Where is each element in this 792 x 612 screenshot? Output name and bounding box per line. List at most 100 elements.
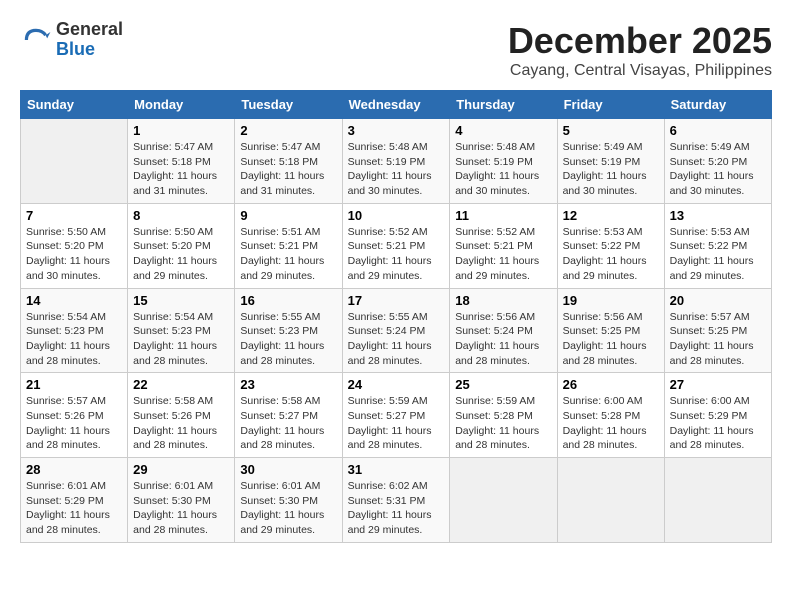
day-number: 14 [26,293,122,308]
calendar-table: SundayMondayTuesdayWednesdayThursdayFrid… [20,90,772,543]
day-info: Sunrise: 5:50 AMSunset: 5:20 PMDaylight:… [133,225,229,284]
day-info: Sunrise: 5:55 AMSunset: 5:24 PMDaylight:… [348,310,445,369]
day-info: Sunrise: 6:00 AMSunset: 5:28 PMDaylight:… [563,394,659,453]
day-info: Sunrise: 6:02 AMSunset: 5:31 PMDaylight:… [348,479,445,538]
day-info: Sunrise: 5:55 AMSunset: 5:23 PMDaylight:… [240,310,336,369]
calendar-cell: 25 Sunrise: 5:59 AMSunset: 5:28 PMDayligh… [450,373,557,458]
day-info: Sunrise: 5:59 AMSunset: 5:27 PMDaylight:… [348,394,445,453]
calendar-cell: 23 Sunrise: 5:58 AMSunset: 5:27 PMDayligh… [235,373,342,458]
day-info: Sunrise: 5:59 AMSunset: 5:28 PMDaylight:… [455,394,551,453]
calendar-cell: 28 Sunrise: 6:01 AMSunset: 5:29 PMDayligh… [21,458,128,543]
day-info: Sunrise: 5:56 AMSunset: 5:24 PMDaylight:… [455,310,551,369]
day-header-sunday: Sunday [21,91,128,119]
day-number: 13 [670,208,766,223]
calendar-cell [557,458,664,543]
day-info: Sunrise: 5:58 AMSunset: 5:27 PMDaylight:… [240,394,336,453]
calendar-cell: 22 Sunrise: 5:58 AMSunset: 5:26 PMDayligh… [128,373,235,458]
calendar-cell: 18 Sunrise: 5:56 AMSunset: 5:24 PMDayligh… [450,288,557,373]
day-info: Sunrise: 6:01 AMSunset: 5:29 PMDaylight:… [26,479,122,538]
day-info: Sunrise: 5:57 AMSunset: 5:26 PMDaylight:… [26,394,122,453]
calendar-cell: 14Sunrise: 5:54 AMSunset: 5:23 PMDayligh… [21,288,128,373]
day-number: 18 [455,293,551,308]
calendar-cell: 16 Sunrise: 5:55 AMSunset: 5:23 PMDayligh… [235,288,342,373]
calendar-cell: 20 Sunrise: 5:57 AMSunset: 5:25 PMDayligh… [664,288,771,373]
day-number: 19 [563,293,659,308]
day-info: Sunrise: 5:48 AMSunset: 5:19 PMDaylight:… [348,140,445,199]
day-info: Sunrise: 5:48 AMSunset: 5:19 PMDaylight:… [455,140,551,199]
calendar-cell: 27 Sunrise: 6:00 AMSunset: 5:29 PMDayligh… [664,373,771,458]
day-number: 24 [348,377,445,392]
month-title: December 2025 [508,20,772,62]
calendar-cell: 8 Sunrise: 5:50 AMSunset: 5:20 PMDaylight… [128,203,235,288]
day-info: Sunrise: 5:49 AMSunset: 5:19 PMDaylight:… [563,140,659,199]
calendar-cell: 19 Sunrise: 5:56 AMSunset: 5:25 PMDayligh… [557,288,664,373]
calendar-cell [664,458,771,543]
day-info: Sunrise: 5:58 AMSunset: 5:26 PMDaylight:… [133,394,229,453]
day-number: 29 [133,462,229,477]
logo-text: General Blue [56,20,123,60]
day-number: 3 [348,123,445,138]
calendar-cell: 13 Sunrise: 5:53 AMSunset: 5:22 PMDayligh… [664,203,771,288]
day-info: Sunrise: 6:01 AMSunset: 5:30 PMDaylight:… [240,479,336,538]
calendar-cell: 21 Sunrise: 5:57 AMSunset: 5:26 PMDayligh… [21,373,128,458]
day-number: 23 [240,377,336,392]
day-header-wednesday: Wednesday [342,91,450,119]
day-number: 15 [133,293,229,308]
location-title: Cayang, Central Visayas, Philippines [508,62,772,80]
day-info: Sunrise: 5:51 AMSunset: 5:21 PMDaylight:… [240,225,336,284]
calendar-cell: 11 Sunrise: 5:52 AMSunset: 5:21 PMDayligh… [450,203,557,288]
day-number: 8 [133,208,229,223]
day-number: 28 [26,462,122,477]
calendar-week-2: 7Sunrise: 5:50 AMSunset: 5:20 PMDaylight… [21,203,772,288]
day-number: 1 [133,123,229,138]
day-number: 10 [348,208,445,223]
calendar-cell: 1Sunrise: 5:47 AMSunset: 5:18 PMDaylight… [128,119,235,204]
day-info: Sunrise: 5:52 AMSunset: 5:21 PMDaylight:… [455,225,551,284]
calendar-cell: 15 Sunrise: 5:54 AMSunset: 5:23 PMDayligh… [128,288,235,373]
day-number: 2 [240,123,336,138]
logo-blue-text: Blue [56,39,95,59]
calendar-week-4: 21 Sunrise: 5:57 AMSunset: 5:26 PMDayligh… [21,373,772,458]
calendar-cell: 3 Sunrise: 5:48 AMSunset: 5:19 PMDaylight… [342,119,450,204]
calendar-cell: 12Sunrise: 5:53 AMSunset: 5:22 PMDayligh… [557,203,664,288]
calendar-week-5: 28 Sunrise: 6:01 AMSunset: 5:29 PMDayligh… [21,458,772,543]
day-number: 21 [26,377,122,392]
day-number: 9 [240,208,336,223]
day-number: 22 [133,377,229,392]
day-header-thursday: Thursday [450,91,557,119]
day-number: 25 [455,377,551,392]
day-header-tuesday: Tuesday [235,91,342,119]
day-info: Sunrise: 5:52 AMSunset: 5:21 PMDaylight:… [348,225,445,284]
calendar-cell: 7Sunrise: 5:50 AMSunset: 5:20 PMDaylight… [21,203,128,288]
day-number: 4 [455,123,551,138]
day-info: Sunrise: 5:57 AMSunset: 5:25 PMDaylight:… [670,310,766,369]
day-header-monday: Monday [128,91,235,119]
title-section: December 2025 Cayang, Central Visayas, P… [508,20,772,80]
day-number: 17 [348,293,445,308]
calendar-cell: 4 Sunrise: 5:48 AMSunset: 5:19 PMDaylight… [450,119,557,204]
calendar-cell: 31Sunrise: 6:02 AMSunset: 5:31 PMDayligh… [342,458,450,543]
calendar-cell: 30 Sunrise: 6:01 AMSunset: 5:30 PMDayligh… [235,458,342,543]
day-header-friday: Friday [557,91,664,119]
day-number: 11 [455,208,551,223]
calendar-cell: 17 Sunrise: 5:55 AMSunset: 5:24 PMDayligh… [342,288,450,373]
day-number: 16 [240,293,336,308]
calendar-week-3: 14 Sunrise: 5:54 AMSunset: 5:23 PMDayligh… [21,288,772,373]
day-number: 27 [670,377,766,392]
calendar-week-1: 1Sunrise: 5:47 AMSunset: 5:18 PMDaylight… [21,119,772,204]
logo: General Blue [20,20,123,60]
day-number: 26 [563,377,659,392]
logo-icon [20,24,52,56]
day-number: 5 [563,123,659,138]
calendar-cell: 26 Sunrise: 6:00 AMSunset: 5:28 PMDayligh… [557,373,664,458]
day-number: 20 [670,293,766,308]
day-info: Sunrise: 6:00 AMSunset: 5:29 PMDaylight:… [670,394,766,453]
day-info: Sunrise: 5:56 AMSunset: 5:25 PMDaylight:… [563,310,659,369]
day-info: Sunrise: 5:53 AMSunset: 5:22 PMDaylight:… [563,225,659,284]
day-number: 30 [240,462,336,477]
day-info: Sunrise: 5:54 AMSunset: 5:23 PMDaylight:… [133,310,229,369]
calendar-cell: 5 Sunrise: 5:49 AMSunset: 5:19 PMDaylight… [557,119,664,204]
day-info: Sunrise: 5:50 AMSunset: 5:20 PMDaylight:… [26,225,122,284]
logo-general-text: General [56,19,123,39]
day-info: Sunrise: 5:53 AMSunset: 5:22 PMDaylight:… [670,225,766,284]
